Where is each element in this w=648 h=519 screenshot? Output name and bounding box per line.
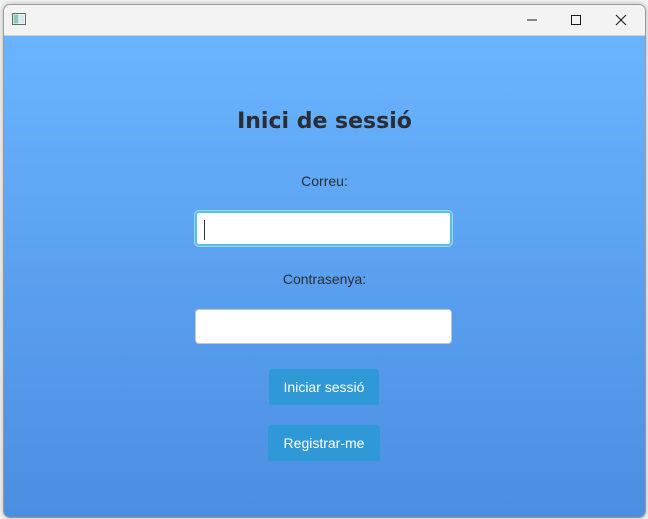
password-field[interactable] [195, 309, 452, 344]
email-field[interactable] [195, 211, 452, 246]
desktop: Inici de sessió Correu: Contrasenya: Ini… [0, 0, 648, 519]
title-bar[interactable] [4, 5, 645, 36]
login-button[interactable]: Iniciar sessió [269, 369, 379, 405]
close-button[interactable] [598, 5, 644, 35]
register-button[interactable]: Registrar-me [268, 425, 380, 461]
maximize-button[interactable] [553, 5, 599, 35]
login-panel: Inici de sessió Correu: Contrasenya: Ini… [4, 36, 645, 517]
minimize-button[interactable] [509, 5, 555, 35]
app-window: Inici de sessió Correu: Contrasenya: Ini… [3, 4, 646, 518]
text-caret [204, 220, 205, 240]
email-label: Correu: [301, 173, 348, 189]
close-icon [615, 14, 627, 26]
minimize-icon [527, 19, 537, 21]
page-title: Inici de sessió [237, 109, 412, 134]
password-label: Contrasenya: [282, 271, 367, 287]
maximize-icon [571, 15, 581, 25]
app-window-icon [12, 13, 26, 25]
